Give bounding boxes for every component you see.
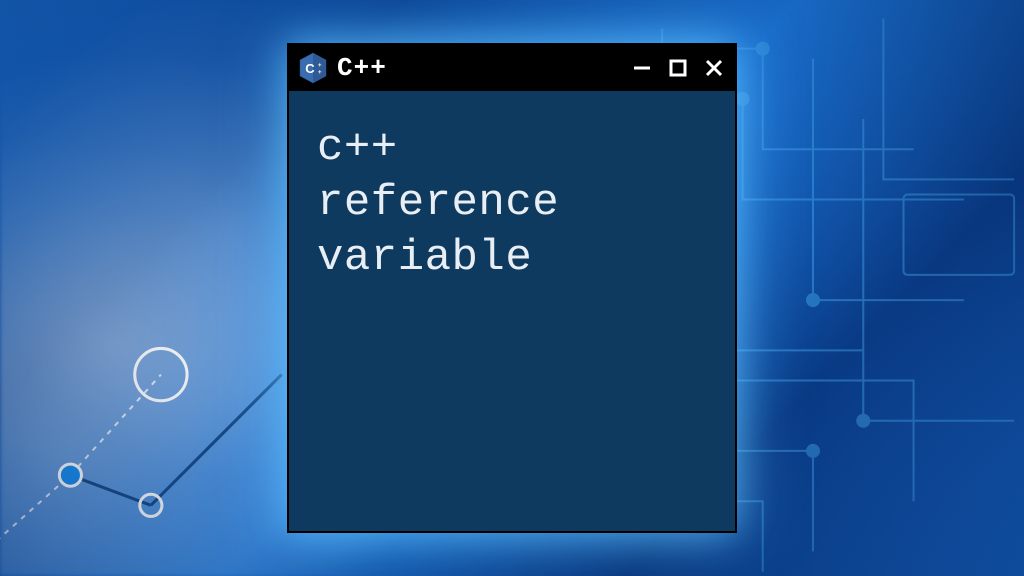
close-icon (704, 58, 724, 78)
minimize-icon (632, 58, 652, 78)
svg-text:+: + (318, 63, 322, 69)
svg-text:+: + (318, 70, 322, 76)
window-content: c++ reference variable (289, 91, 735, 531)
content-line-2: reference (317, 176, 707, 231)
cpp-language-icon: C + + (299, 52, 327, 84)
titlebar[interactable]: C + + C++ (289, 45, 735, 91)
svg-text:C: C (305, 61, 315, 76)
app-window: C + + C++ c++ r (287, 43, 737, 533)
maximize-button[interactable] (667, 57, 689, 79)
window-title: C++ (337, 53, 621, 83)
content-line-1: c++ (317, 121, 707, 176)
close-button[interactable] (703, 57, 725, 79)
maximize-icon (669, 59, 687, 77)
minimize-button[interactable] (631, 57, 653, 79)
window-controls (631, 57, 725, 79)
content-line-3: variable (317, 231, 707, 286)
